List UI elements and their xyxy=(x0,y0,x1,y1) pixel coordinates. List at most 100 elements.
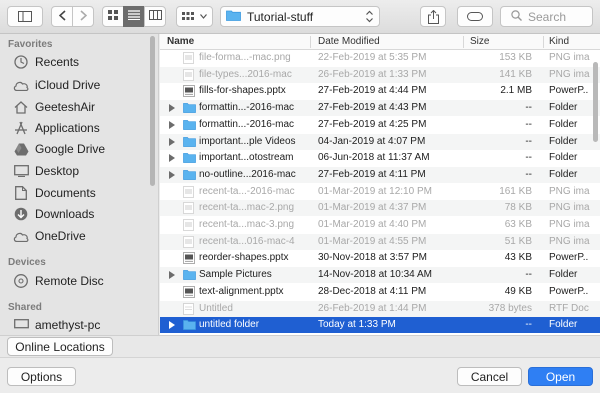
sidebar-item-desktop[interactable]: Desktop xyxy=(12,162,79,180)
sidebar-scrollbar[interactable] xyxy=(150,36,155,186)
sidebar-item-recents[interactable]: Recents xyxy=(12,53,79,71)
disclosure-triangle-icon[interactable] xyxy=(169,154,175,163)
file-name: important...otostream xyxy=(199,152,294,164)
online-locations-button[interactable]: Online Locations xyxy=(7,337,113,356)
file-kind: Folder xyxy=(549,102,578,114)
file-name: reorder-shapes.pptx xyxy=(199,252,289,264)
sidebar-toggle-icon xyxy=(18,11,32,22)
house-icon xyxy=(12,99,30,115)
sidebar-toggle-button[interactable] xyxy=(7,6,43,27)
network-computer-icon xyxy=(12,317,30,333)
sidebar-item-amethyst-pc[interactable]: amethyst-pc xyxy=(12,316,100,334)
sidebar-item-downloads[interactable]: Downloads xyxy=(12,205,94,223)
folder-row[interactable]: important...otostream 06-Jun-2018 at 11:3… xyxy=(160,150,600,166)
view-mode-control xyxy=(102,6,166,27)
toolbar: Tutorial-stuff Search xyxy=(0,0,600,34)
disclosure-triangle-icon[interactable] xyxy=(169,137,175,146)
pptx-file-icon xyxy=(183,252,196,265)
tags-button[interactable] xyxy=(457,6,493,27)
column-divider[interactable] xyxy=(463,36,464,48)
disclosure-triangle-icon[interactable] xyxy=(169,321,175,330)
file-kind: PNG ima xyxy=(549,68,590,80)
sidebar-item-google-drive[interactable]: Google Drive xyxy=(12,140,105,158)
sidebar-item-documents[interactable]: Documents xyxy=(12,184,96,202)
file-kind: Folder xyxy=(549,319,578,331)
folder-row[interactable]: Sample Pictures 14-Nov-2018 at 10:34 AM --… xyxy=(160,267,600,284)
disclosure-triangle-icon[interactable] xyxy=(169,104,175,113)
sidebar-item-geeteshair[interactable]: GeeteshAir xyxy=(12,98,95,116)
cancel-button[interactable]: Cancel xyxy=(457,367,522,386)
file-size: -- xyxy=(525,118,532,130)
folder-row[interactable]: untitled folder Today at 1:33 PM -- Folder xyxy=(160,317,600,334)
search-icon xyxy=(511,9,522,24)
file-kind: Folder xyxy=(549,269,578,281)
file-size: -- xyxy=(525,319,532,331)
list-view-button[interactable] xyxy=(123,6,145,27)
file-name: Untitled xyxy=(199,302,233,314)
file-row: recent-ta...016-mac-4 01-Mar-2019 at 4:55… xyxy=(160,233,600,250)
column-view-button[interactable] xyxy=(144,6,166,27)
column-divider[interactable] xyxy=(543,36,544,48)
file-kind: PowerP.. xyxy=(549,252,589,264)
share-button[interactable] xyxy=(420,6,446,27)
file-size: 63 KB xyxy=(504,219,532,230)
file-size: 161 KB xyxy=(499,185,532,197)
cloud-icon xyxy=(12,77,30,93)
file-row[interactable]: reorder-shapes.pptx 30-Nov-2018 at 3:57 P… xyxy=(160,250,600,266)
disclosure-triangle-icon[interactable] xyxy=(169,120,175,129)
file-date-modified: 27-Feb-2019 at 4:43 PM xyxy=(318,102,427,114)
sidebar-item-label: Downloads xyxy=(35,207,95,221)
disclosure-triangle-icon[interactable] xyxy=(169,170,175,179)
back-button[interactable] xyxy=(51,6,73,27)
column-divider[interactable] xyxy=(310,36,311,48)
sidebar-item-label: Remote Disc xyxy=(35,274,104,288)
image-file-icon xyxy=(183,219,196,231)
folder-row[interactable]: formattin...-2016-mac 27-Feb-2019 at 4:43… xyxy=(160,100,600,117)
file-name: no-outline...2016-mac xyxy=(199,168,296,180)
folder-row[interactable]: important...ple Videos 04-Jan-2019 at 4:0… xyxy=(160,133,600,150)
file-row[interactable]: fills-for-shapes.pptx 27-Feb-2019 at 4:44… xyxy=(160,83,600,99)
folder-icon xyxy=(183,319,196,331)
image-file-icon xyxy=(183,185,196,198)
sidebar-item-label: Desktop xyxy=(35,164,80,178)
sidebar-header-shared: Shared xyxy=(8,302,42,313)
open-button[interactable]: Open xyxy=(528,367,593,386)
file-kind: Folder xyxy=(549,168,578,180)
folder-row[interactable]: formattin...-2016-mac 27-Feb-2019 at 4:25… xyxy=(160,117,600,133)
group-by-button[interactable] xyxy=(176,6,213,27)
forward-button[interactable] xyxy=(72,6,94,27)
column-name[interactable]: Name xyxy=(167,36,194,48)
column-size[interactable]: Size xyxy=(470,36,489,48)
disclosure-triangle-icon[interactable] xyxy=(169,271,175,280)
file-list-scrollbar[interactable] xyxy=(593,62,598,142)
file-row[interactable]: text-alignment.pptx 28-Dec-2018 at 4:11 P… xyxy=(160,284,600,300)
icon-view-button[interactable] xyxy=(102,6,124,27)
options-button[interactable]: Options xyxy=(7,367,76,386)
file-date-modified: 27-Feb-2019 at 4:25 PM xyxy=(318,118,427,130)
file-row: recent-ta...mac-3.png 01-Mar-2019 at 4:40… xyxy=(160,217,600,233)
column-header: Name Date Modified Size Kind xyxy=(160,34,600,50)
folder-icon xyxy=(183,152,196,164)
pptx-file-icon xyxy=(183,85,196,98)
sidebar-item-label: OneDrive xyxy=(35,229,86,243)
file-size: 43 KB xyxy=(504,252,532,264)
column-view-icon xyxy=(148,10,162,23)
location-popup[interactable]: Tutorial-stuff xyxy=(220,6,380,27)
column-date-modified[interactable]: Date Modified xyxy=(318,36,380,48)
sidebar-item-icloud-drive[interactable]: iCloud Drive xyxy=(12,76,100,94)
pptx-file-icon xyxy=(183,285,196,298)
document-icon xyxy=(12,185,30,201)
image-file-icon xyxy=(183,202,196,215)
chevron-down-icon xyxy=(200,14,207,19)
folder-icon xyxy=(183,119,196,131)
folder-icon xyxy=(226,9,241,24)
column-kind[interactable]: Kind xyxy=(549,36,569,48)
chevron-right-icon xyxy=(79,9,87,24)
sidebar-item-applications[interactable]: Applications xyxy=(12,119,100,137)
folder-row[interactable]: no-outline...2016-mac 27-Feb-2019 at 4:11… xyxy=(160,166,600,183)
sidebar-item-remote-disc[interactable]: Remote Disc xyxy=(12,272,104,290)
sidebar-item-onedrive[interactable]: OneDrive xyxy=(12,227,86,245)
download-icon xyxy=(12,206,30,222)
desktop-icon xyxy=(12,163,30,179)
search-field[interactable]: Search xyxy=(500,6,593,27)
